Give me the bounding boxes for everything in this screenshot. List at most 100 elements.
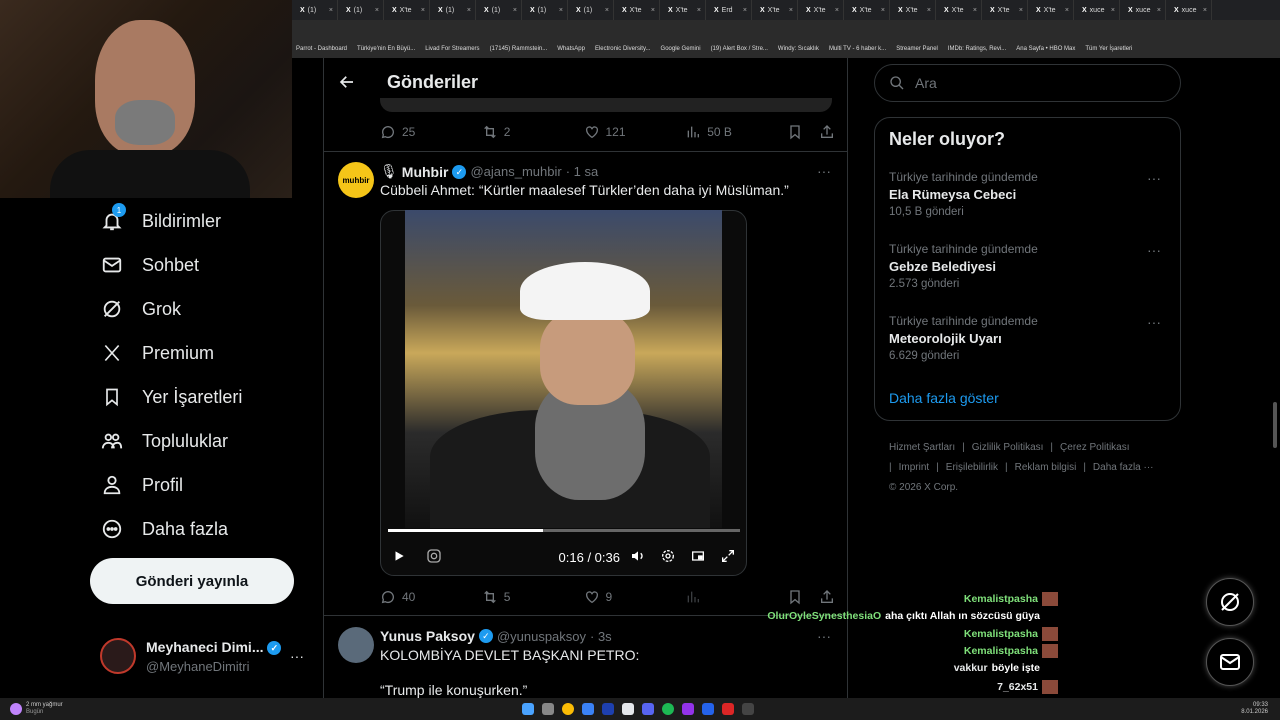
account-avatar[interactable]	[100, 638, 136, 674]
tweet-author-name[interactable]: Muhbir	[402, 164, 449, 180]
browser-tab[interactable]: X (1) ×	[338, 0, 384, 20]
app-icon[interactable]	[701, 703, 714, 715]
footer-link[interactable]: © 2026 X Corp.	[889, 482, 958, 493]
bookmark-item[interactable]: Multi TV - 6 haber k...	[829, 46, 886, 52]
reply-button[interactable]: 40	[380, 589, 482, 605]
weather-widget[interactable]: 2 mm yağmur Bugün	[26, 702, 63, 716]
browser-tab[interactable]: X X'te ×	[936, 0, 982, 20]
share-icon[interactable]	[819, 589, 835, 605]
spotify-icon[interactable]	[661, 703, 674, 715]
messages-fab[interactable]	[1206, 638, 1254, 686]
bookmark-icon[interactable]	[787, 589, 803, 605]
settings-icon[interactable]	[660, 548, 676, 567]
app-icon[interactable]	[581, 703, 594, 715]
browser-tab[interactable]: X Erd ×	[706, 0, 752, 20]
bookmark-item[interactable]: Türkiye'nin En Büyü...	[357, 46, 415, 52]
search-input[interactable]: Ara	[874, 64, 1181, 102]
account-switcher[interactable]: Meyhaneci Dimi... ✓	[146, 639, 282, 656]
browser-tab[interactable]: X (1) ×	[522, 0, 568, 20]
nav-more[interactable]: Daha fazla	[100, 517, 228, 541]
browser-tab[interactable]: X X'te ×	[614, 0, 660, 20]
close-icon[interactable]: ×	[651, 7, 655, 14]
close-icon[interactable]: ×	[375, 7, 379, 14]
steam-icon[interactable]	[601, 703, 614, 715]
close-icon[interactable]: ×	[1111, 7, 1115, 14]
footer-link[interactable]: Imprint	[899, 462, 930, 473]
close-icon[interactable]: ×	[421, 7, 425, 14]
bookmark-item[interactable]: Streamer Panel	[896, 46, 938, 52]
tweet-author-handle[interactable]: @ajans_muhbir	[470, 164, 561, 179]
trend-item[interactable]: Türkiye tarihinde gündemde Meteorolojik …	[889, 314, 1169, 362]
bookmark-item[interactable]: (17145) Rammstein...	[490, 46, 548, 52]
browser-tab[interactable]: X (1) ×	[430, 0, 476, 20]
nav-notifications[interactable]: 1 Bildirimler	[100, 203, 221, 233]
repost-button[interactable]: 5	[482, 589, 584, 605]
app-icon[interactable]	[721, 703, 734, 715]
play-icon[interactable]	[392, 549, 406, 566]
bookmark-item[interactable]: Ana Sayfa • HBO Max	[1016, 46, 1075, 52]
bookmark-item[interactable]: (19) Alert Box / Stre...	[711, 46, 768, 52]
browser-tab[interactable]: X X'te ×	[890, 0, 936, 20]
views-button[interactable]: 50 B	[685, 124, 787, 140]
trend-more-icon[interactable]: ···	[1147, 170, 1161, 186]
like-button[interactable]: 121	[584, 124, 686, 140]
nav-grok[interactable]: Grok	[100, 297, 181, 321]
nav-communities[interactable]: Topluluklar	[100, 429, 228, 453]
obs-icon[interactable]	[741, 703, 754, 715]
back-arrow-icon[interactable]	[338, 73, 356, 96]
bookmark-item[interactable]: WhatsApp	[557, 46, 585, 52]
windows-start-icon[interactable]	[521, 703, 534, 715]
fullscreen-icon[interactable]	[720, 548, 736, 567]
nav-profile[interactable]: Profil	[100, 473, 183, 497]
nav-chat[interactable]: Sohbet	[100, 253, 199, 277]
show-more-link[interactable]: Daha fazla göster	[889, 390, 999, 406]
bookmark-item[interactable]: Tüm Yer İşaretleri	[1085, 46, 1132, 52]
trend-more-icon[interactable]: ···	[1147, 314, 1161, 330]
repost-button[interactable]: 2	[482, 124, 584, 140]
nav-bookmarks[interactable]: Yer İşaretleri	[100, 385, 242, 409]
close-icon[interactable]: ×	[1065, 7, 1069, 14]
close-icon[interactable]: ×	[513, 7, 517, 14]
share-icon[interactable]	[819, 124, 835, 140]
nav-premium[interactable]: Premium	[100, 341, 214, 365]
browser-tab[interactable]: X X'te ×	[844, 0, 890, 20]
browser-tab[interactable]: Xxuce ×	[1074, 0, 1120, 20]
browser-tab[interactable]: X X'te ×	[1028, 0, 1074, 20]
close-icon[interactable]: ×	[605, 7, 609, 14]
trend-item[interactable]: Türkiye tarihinde gündemde Gebze Belediy…	[889, 242, 1169, 290]
footer-link[interactable]: Hizmet Şartları	[889, 442, 955, 453]
close-icon[interactable]: ×	[697, 7, 701, 14]
app-icon[interactable]	[621, 703, 634, 715]
bookmark-item[interactable]: Electronic Diversity...	[595, 46, 651, 52]
browser-tab[interactable]: Xxuce ×	[1120, 0, 1166, 20]
footer-link[interactable]: Reklam bilgisi	[1015, 462, 1077, 473]
views-button[interactable]	[685, 589, 787, 605]
close-icon[interactable]: ×	[973, 7, 977, 14]
chrome-icon[interactable]	[561, 703, 574, 715]
reply-button[interactable]: 25	[380, 124, 482, 140]
bookmark-item[interactable]: Parrot - Dashboard	[296, 46, 347, 52]
tweet-more-icon[interactable]: ···	[817, 628, 831, 644]
close-icon[interactable]: ×	[1157, 7, 1161, 14]
trend-item[interactable]: Türkiye tarihinde gündemde Ela Rümeysa C…	[889, 170, 1169, 218]
grok-fab[interactable]	[1206, 578, 1254, 626]
browser-tab[interactable]: X X'te ×	[752, 0, 798, 20]
close-icon[interactable]: ×	[329, 7, 333, 14]
tweet-avatar[interactable]: muhbir	[338, 162, 374, 198]
system-clock[interactable]: 09:33 8.01.2026	[1241, 702, 1268, 716]
bookmark-icon[interactable]	[787, 124, 803, 140]
tweet-author-handle[interactable]: @yunuspaksoy	[497, 629, 586, 644]
close-icon[interactable]: ×	[1019, 7, 1023, 14]
account-menu-icon[interactable]: ···	[290, 648, 304, 664]
browser-tab[interactable]: X (1) ×	[292, 0, 338, 20]
close-icon[interactable]: ×	[1203, 7, 1207, 14]
close-icon[interactable]: ×	[927, 7, 931, 14]
address-bar[interactable]	[292, 20, 1280, 40]
trend-more-icon[interactable]: ···	[1147, 242, 1161, 258]
close-icon[interactable]: ×	[467, 7, 471, 14]
tweet-time[interactable]: · 3s	[590, 629, 612, 644]
like-button[interactable]: 9	[584, 589, 686, 605]
search-icon[interactable]	[541, 703, 554, 715]
page-scrollbar[interactable]	[1273, 402, 1277, 448]
tweet-time[interactable]: · 1 sa	[566, 164, 599, 179]
